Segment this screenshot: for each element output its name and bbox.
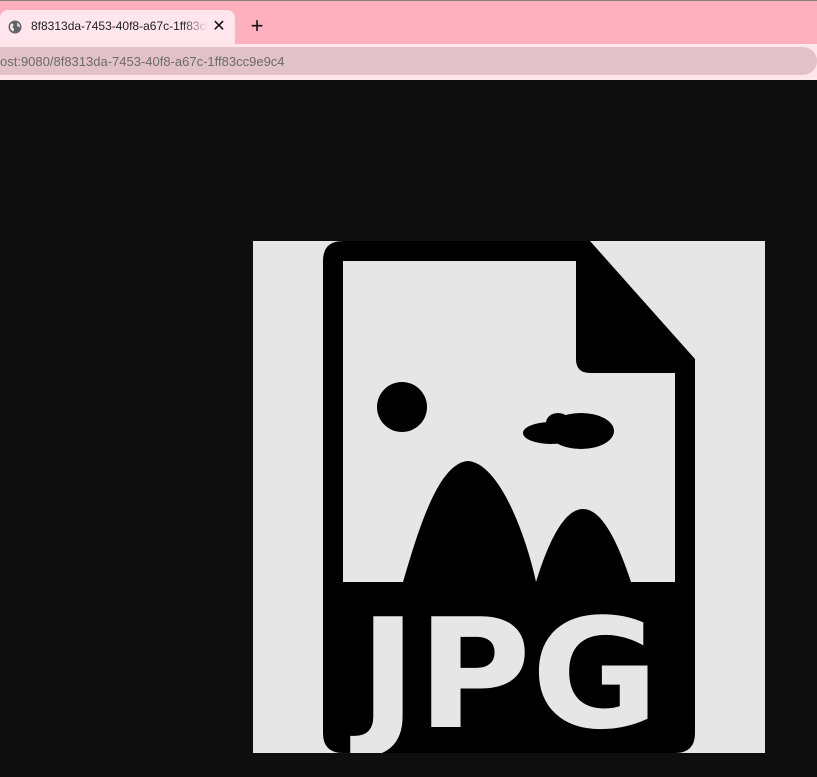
new-tab-button[interactable]: + [246,15,268,37]
toolbar: ost:9080/8f8313da-7453-40f8-a67c-1ff83cc… [0,44,817,80]
page-viewport: JPG [0,80,817,777]
browser-tab[interactable]: 8f8313da-7453-40f8-a67c-1ff83cc9e9c4 ✕ [0,10,235,45]
displayed-image: JPG [253,241,765,753]
close-icon[interactable]: ✕ [210,18,228,36]
plus-icon: + [250,13,264,38]
jpg-file-icon: JPG [323,241,695,753]
globe-icon [8,20,22,34]
tab-strip: 8f8313da-7453-40f8-a67c-1ff83cc9e9c4 ✕ + [0,0,817,45]
tab-title: 8f8313da-7453-40f8-a67c-1ff83cc9e9c4 [31,19,208,33]
jpg-label: JPG [350,586,659,753]
url-text: ost:9080/8f8313da-7453-40f8-a67c-1ff83cc… [0,54,285,69]
address-bar[interactable]: ost:9080/8f8313da-7453-40f8-a67c-1ff83cc… [0,47,817,75]
